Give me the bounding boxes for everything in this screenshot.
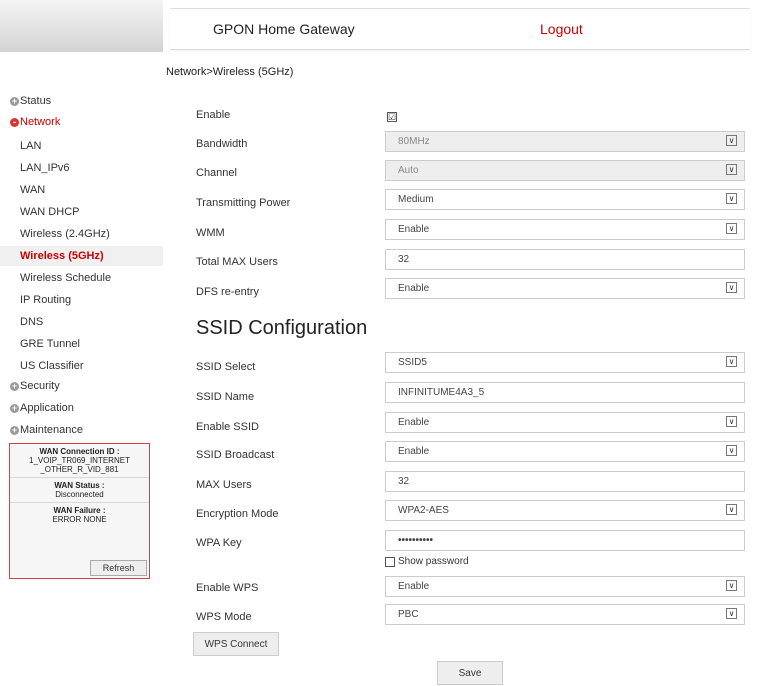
wps-mode-label: WPS Mode	[196, 611, 252, 623]
wan-connection-section: WAN Connection ID : 1_VOIP_TR069_INTERNE…	[10, 444, 149, 478]
bandwidth-label: Bandwidth	[196, 138, 248, 150]
expand-icon: +	[10, 402, 19, 413]
logout-link[interactable]: Logout	[540, 21, 583, 37]
ssid-broadcast-select[interactable]: Enable ∨	[385, 441, 745, 462]
show-password-toggle[interactable]: Show password	[385, 556, 469, 567]
total-max-users-input[interactable]: 32	[385, 249, 745, 270]
chevron-down-icon: ∨	[726, 193, 737, 204]
chevron-down-icon: ∨	[726, 223, 737, 234]
sidebar-item-wireless-5[interactable]: Wireless (5GHz)	[0, 246, 163, 266]
breadcrumb: Network>Wireless (5GHz)	[166, 66, 294, 78]
chevron-down-icon: ∨	[726, 504, 737, 515]
chevron-down-icon: ∨	[726, 135, 737, 146]
sidebar-item-wan-dhcp[interactable]: WAN DHCP	[20, 206, 79, 218]
sidebar-category-network[interactable]: - Network	[10, 116, 60, 128]
chevron-down-icon: ∨	[726, 164, 737, 175]
channel-select[interactable]: Auto ∨	[385, 160, 745, 181]
enable-wps-label: Enable WPS	[196, 582, 259, 594]
txpower-select[interactable]: Medium ∨	[385, 189, 745, 210]
wps-mode-select[interactable]: PBC ∨	[385, 604, 745, 625]
wan-status-panel: WAN Connection ID : 1_VOIP_TR069_INTERNE…	[9, 443, 150, 579]
sidebar-header-bg	[0, 0, 163, 52]
sidebar-category-application[interactable]: + Application	[10, 402, 74, 414]
sidebar-item-wireless-24[interactable]: Wireless (2.4GHz)	[20, 228, 110, 240]
enable-wps-select[interactable]: Enable ∨	[385, 576, 745, 597]
wan-status-section: WAN Status : Disconnected	[10, 478, 149, 503]
enable-ssid-label: Enable SSID	[196, 421, 259, 433]
sidebar-item-us-classifier[interactable]: US Classifier	[20, 360, 84, 372]
txpower-label: Transmitting Power	[196, 197, 291, 209]
sidebar-category-maintenance[interactable]: + Maintenance	[10, 424, 83, 436]
sidebar-item-wireless-schedule[interactable]: Wireless Schedule	[20, 272, 111, 284]
wmm-label: WMM	[196, 227, 225, 239]
channel-label: Channel	[196, 167, 237, 179]
expand-icon: +	[10, 95, 19, 106]
total-max-users-label: Total MAX Users	[196, 256, 278, 268]
wmm-select[interactable]: Enable ∨	[385, 219, 745, 240]
sidebar-item-lan[interactable]: LAN	[20, 140, 41, 152]
dfs-select[interactable]: Enable ∨	[385, 278, 745, 299]
enable-ssid-select[interactable]: Enable ∨	[385, 412, 745, 433]
chevron-down-icon: ∨	[726, 356, 737, 367]
max-users-input[interactable]: 32	[385, 471, 745, 492]
sidebar-item-ip-routing[interactable]: IP Routing	[20, 294, 71, 306]
sidebar-item-gre-tunnel[interactable]: GRE Tunnel	[20, 338, 80, 350]
encryption-mode-select[interactable]: WPA2-AES ∨	[385, 500, 745, 521]
collapse-icon: -	[10, 117, 19, 127]
bandwidth-select[interactable]: 80MHz ∨	[385, 131, 745, 152]
expand-icon: +	[10, 380, 19, 391]
wpa-key-input[interactable]: ••••••••••	[385, 530, 745, 551]
sidebar-category-status[interactable]: + Status	[10, 95, 51, 107]
chevron-down-icon: ∨	[726, 445, 737, 456]
ssid-select[interactable]: SSID5 ∨	[385, 352, 745, 373]
ssid-select-label: SSID Select	[196, 361, 256, 373]
sidebar-category-security[interactable]: + Security	[10, 380, 60, 392]
max-users-label: MAX Users	[196, 479, 252, 491]
enable-label: Enable	[196, 109, 231, 121]
sidebar-item-lan-ipv6[interactable]: LAN_IPv6	[20, 162, 70, 174]
chevron-down-icon: ∨	[726, 282, 737, 293]
save-button[interactable]: Save	[437, 661, 503, 685]
show-password-checkbox[interactable]	[385, 556, 395, 567]
chevron-down-icon: ∨	[726, 608, 737, 619]
ssid-config-heading: SSID Configuration	[196, 317, 368, 339]
wps-connect-button[interactable]: WPS Connect	[193, 632, 279, 656]
enable-checkbox[interactable]: ☑	[387, 112, 397, 122]
wan-failure-section: WAN Failure : ERROR NONE	[52, 506, 107, 524]
ssid-name-label: SSID Name	[196, 391, 255, 403]
ssid-broadcast-label: SSID Broadcast	[196, 449, 275, 461]
expand-icon: +	[10, 424, 19, 435]
wpa-key-label: WPA Key	[196, 537, 242, 549]
refresh-button[interactable]: Refresh	[90, 560, 147, 576]
dfs-label: DFS re-entry	[196, 286, 259, 298]
chevron-down-icon: ∨	[726, 580, 737, 591]
app-title: GPON Home Gateway	[213, 21, 355, 37]
ssid-name-input[interactable]: INFINITUME4A3_5	[385, 382, 745, 403]
encryption-mode-label: Encryption Mode	[196, 508, 279, 520]
sidebar-item-wan[interactable]: WAN	[20, 184, 45, 196]
sidebar-item-dns[interactable]: DNS	[20, 316, 43, 328]
chevron-down-icon: ∨	[726, 416, 737, 427]
